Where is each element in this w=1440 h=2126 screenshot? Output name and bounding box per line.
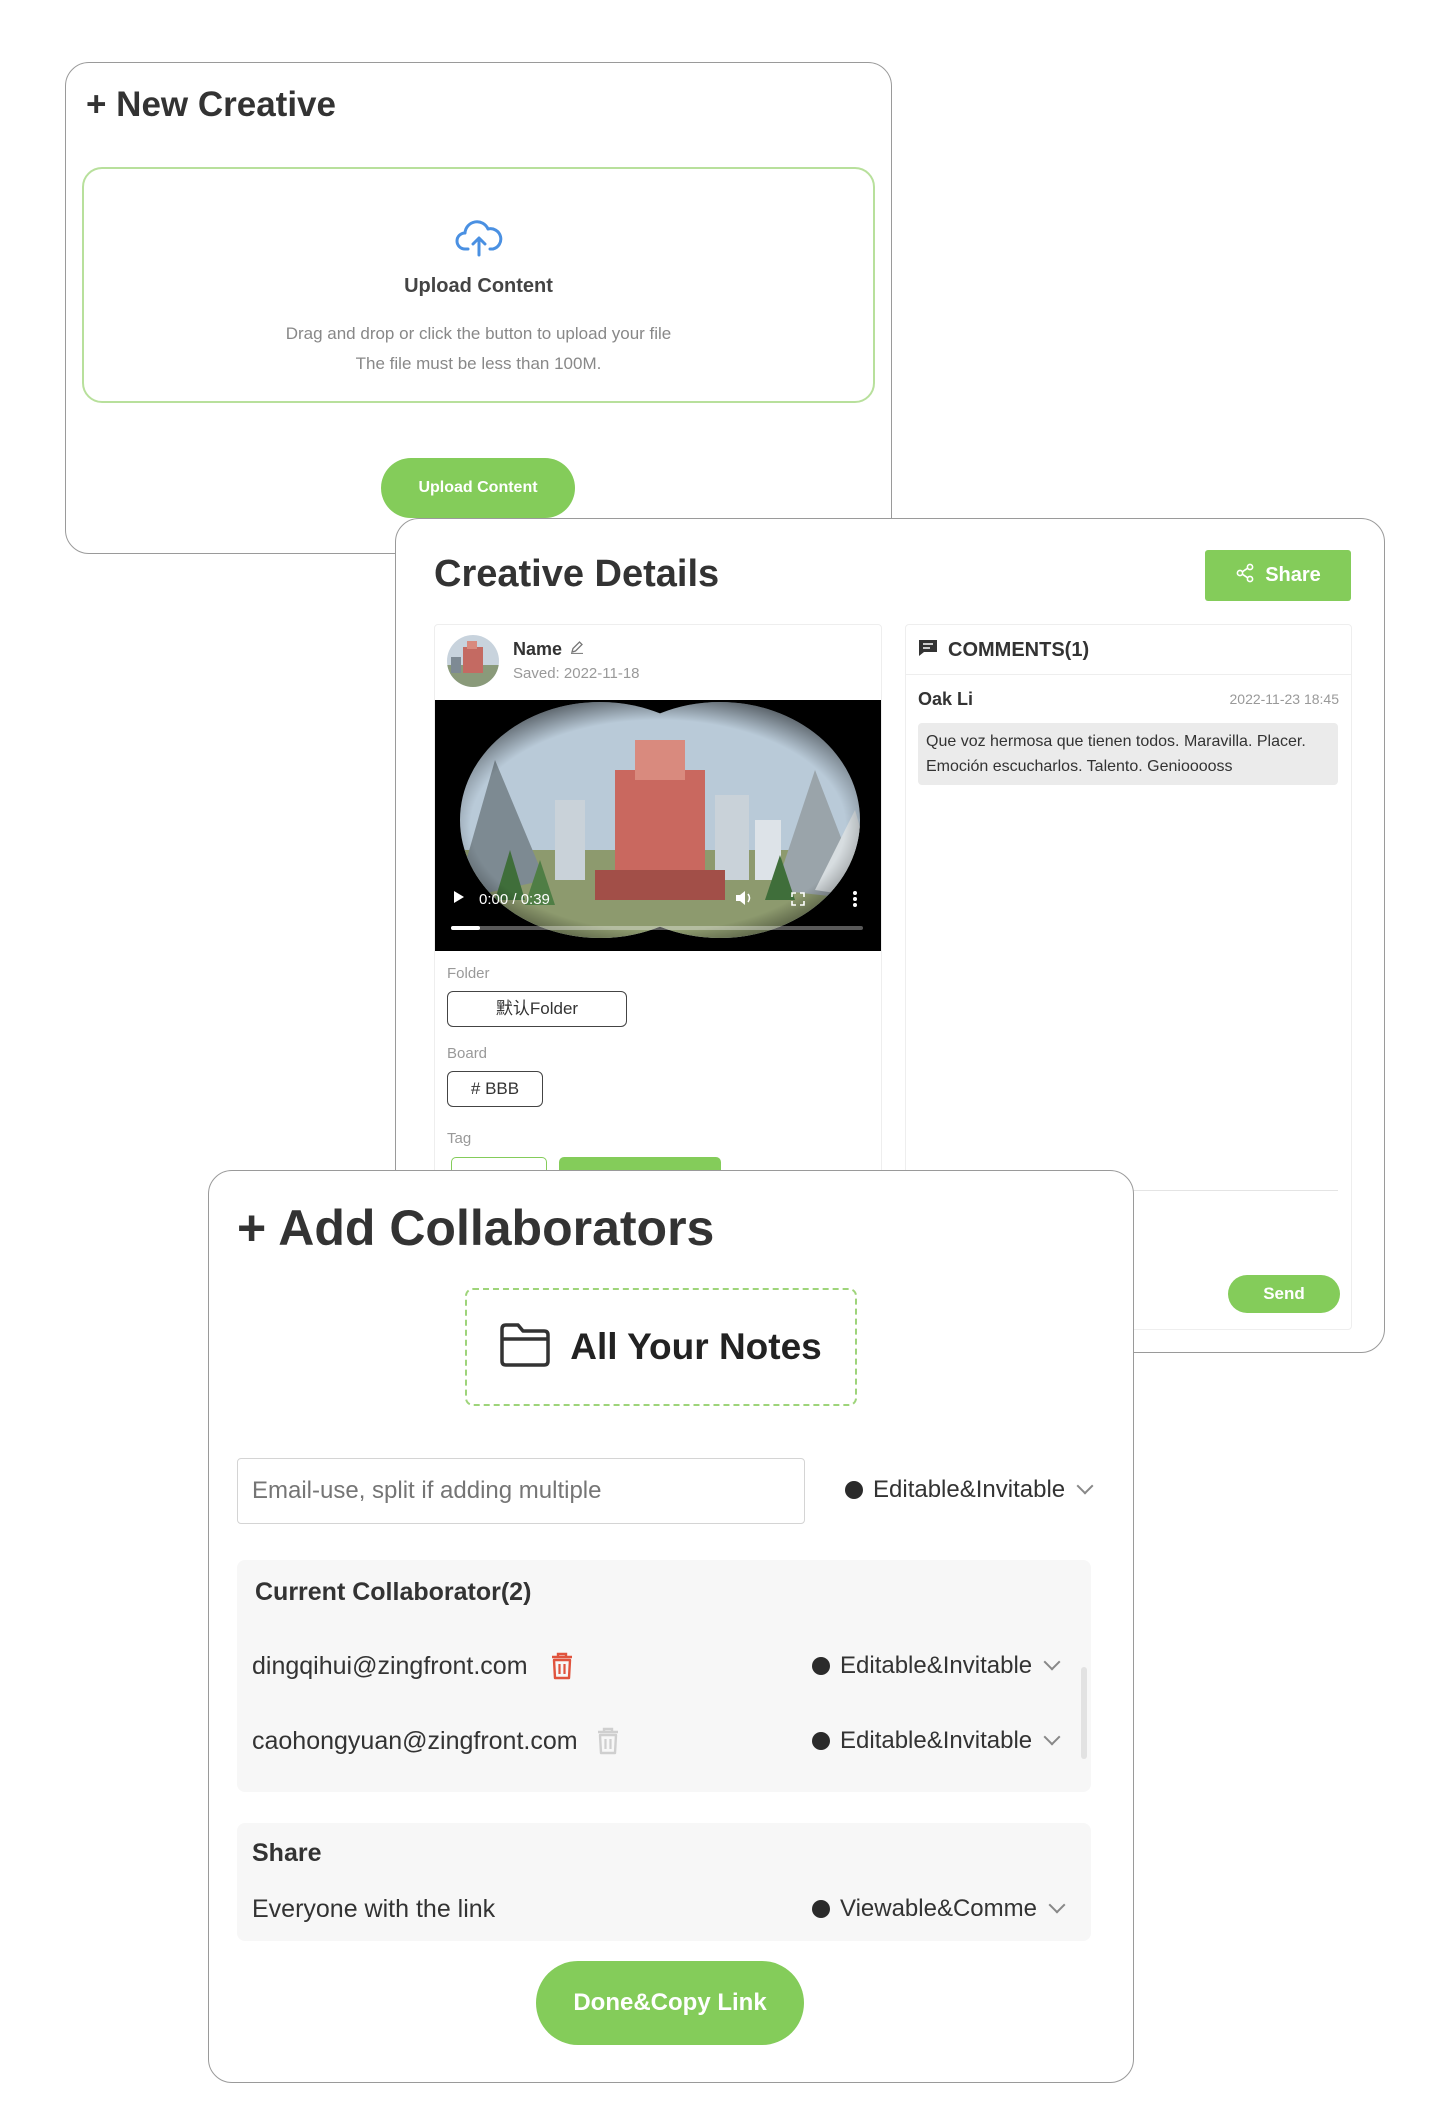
cloud-upload-icon (455, 219, 503, 259)
fullscreen-icon[interactable] (791, 892, 805, 911)
creative-details-title: Creative Details (434, 553, 720, 595)
folder-select[interactable]: 默认Folder (447, 991, 627, 1027)
new-creative-title: + New Creative (86, 85, 336, 124)
chevron-down-icon (1043, 1728, 1061, 1746)
upload-hint-size: Drag and drop or click the button to upl… (285, 324, 672, 343)
tag-label: Tag (447, 1130, 472, 1147)
chevron-down-icon (1043, 1653, 1061, 1671)
upload-title: Upload Content (404, 275, 553, 297)
board-label: Board (447, 1045, 488, 1062)
add-collaborators-card: + Add Collaborators All Your Notes Edita… (208, 1170, 1134, 2083)
share-icon (1235, 563, 1255, 589)
creative-name: Name (513, 639, 563, 659)
collaborator-email: dingqihui@zingfront.com (252, 1652, 528, 1680)
video-player[interactable]: 0:00 / 0:39 (435, 700, 881, 951)
permission-dot-icon (812, 1657, 830, 1675)
edit-pencil-icon[interactable] (570, 640, 584, 659)
collaborator-row: caohongyuan@zingfront.com Editable&Invit… (252, 1723, 1072, 1763)
done-copy-link-button[interactable]: Done&Copy Link (536, 1961, 804, 2045)
share-section-header: Share (252, 1839, 322, 1867)
comments-header: COMMENTS(1) (948, 639, 1090, 661)
share-button-label: Share (1265, 564, 1321, 586)
new-creative-card: + New Creative Upload Content Drag and d… (65, 62, 892, 554)
add-collaborators-title: + Add Collaborators (237, 1200, 715, 1256)
notes-folder-box[interactable]: All Your Notes (465, 1288, 857, 1406)
collaborator-permission-select[interactable]: Editable&Invitable (812, 1727, 1061, 1755)
volume-icon[interactable] (735, 890, 753, 911)
upload-dropzone[interactable]: Upload Content Drag and drop or click th… (82, 167, 875, 403)
share-permission: Viewable&Comme (840, 1895, 1037, 1922)
collaborator-permission-select[interactable]: Editable&Invitable (812, 1652, 1061, 1680)
collaborators-scrollbar[interactable] (1081, 1667, 1087, 1759)
upload-content-button[interactable]: Upload Content (381, 458, 575, 518)
creative-avatar (447, 635, 499, 687)
video-progress-track[interactable] (451, 926, 863, 930)
board-tag[interactable]: # BBB (447, 1071, 543, 1107)
collaborator-permission: Editable&Invitable (840, 1652, 1033, 1679)
permission-select-value: Editable&Invitable (873, 1476, 1066, 1503)
saved-label: Saved (513, 665, 556, 682)
collaborator-email: caohongyuan@zingfront.com (252, 1727, 578, 1755)
notes-folder-label: All Your Notes (570, 1326, 822, 1367)
folder-icon (500, 1322, 550, 1372)
current-collaborators-section: Current Collaborator(2) dingqihui@zingfr… (237, 1560, 1091, 1792)
send-comment-button[interactable]: Send (1228, 1275, 1340, 1313)
saved-date: 2022-11-18 (563, 665, 640, 682)
play-icon[interactable] (453, 890, 465, 908)
folder-label: Folder (447, 965, 490, 982)
permission-dot-icon (812, 1732, 830, 1750)
comment-text: Que voz hermosa que tienen todos. Maravi… (918, 723, 1338, 785)
comment-time: 2022-11-23 18:45 (1229, 691, 1340, 707)
collaborator-permission: Editable&Invitable (840, 1727, 1033, 1754)
collaborator-row: dingqihui@zingfront.com Editable&Invitab… (252, 1648, 1072, 1688)
current-collaborators-header: Current Collaborator(2) (255, 1578, 532, 1606)
video-time: 0:00 / 0:39 (479, 890, 550, 908)
permission-dot-icon (845, 1481, 863, 1499)
video-progress-fill (451, 926, 480, 930)
share-permission-select[interactable]: Viewable&Comme (812, 1895, 1066, 1923)
share-button[interactable]: Share (1205, 550, 1351, 601)
email-input[interactable] (237, 1458, 805, 1524)
comment-icon (918, 639, 938, 662)
trash-icon[interactable] (550, 1652, 574, 1685)
share-section: Share Everyone with the link Viewable&Co… (237, 1823, 1091, 1941)
chevron-down-icon (1048, 1896, 1066, 1914)
trash-icon[interactable] (596, 1727, 620, 1760)
permission-dot-icon (812, 1900, 830, 1918)
more-options-icon[interactable] (852, 890, 858, 913)
chevron-down-icon (1076, 1477, 1094, 1495)
video-frame (460, 702, 860, 938)
upload-hint-limit: The file must be less than 100M. (355, 354, 602, 373)
permission-select[interactable]: Editable&Invitable (845, 1476, 1094, 1504)
comment-author: Oak Li (918, 689, 974, 709)
share-scope: Everyone with the link (252, 1895, 496, 1923)
